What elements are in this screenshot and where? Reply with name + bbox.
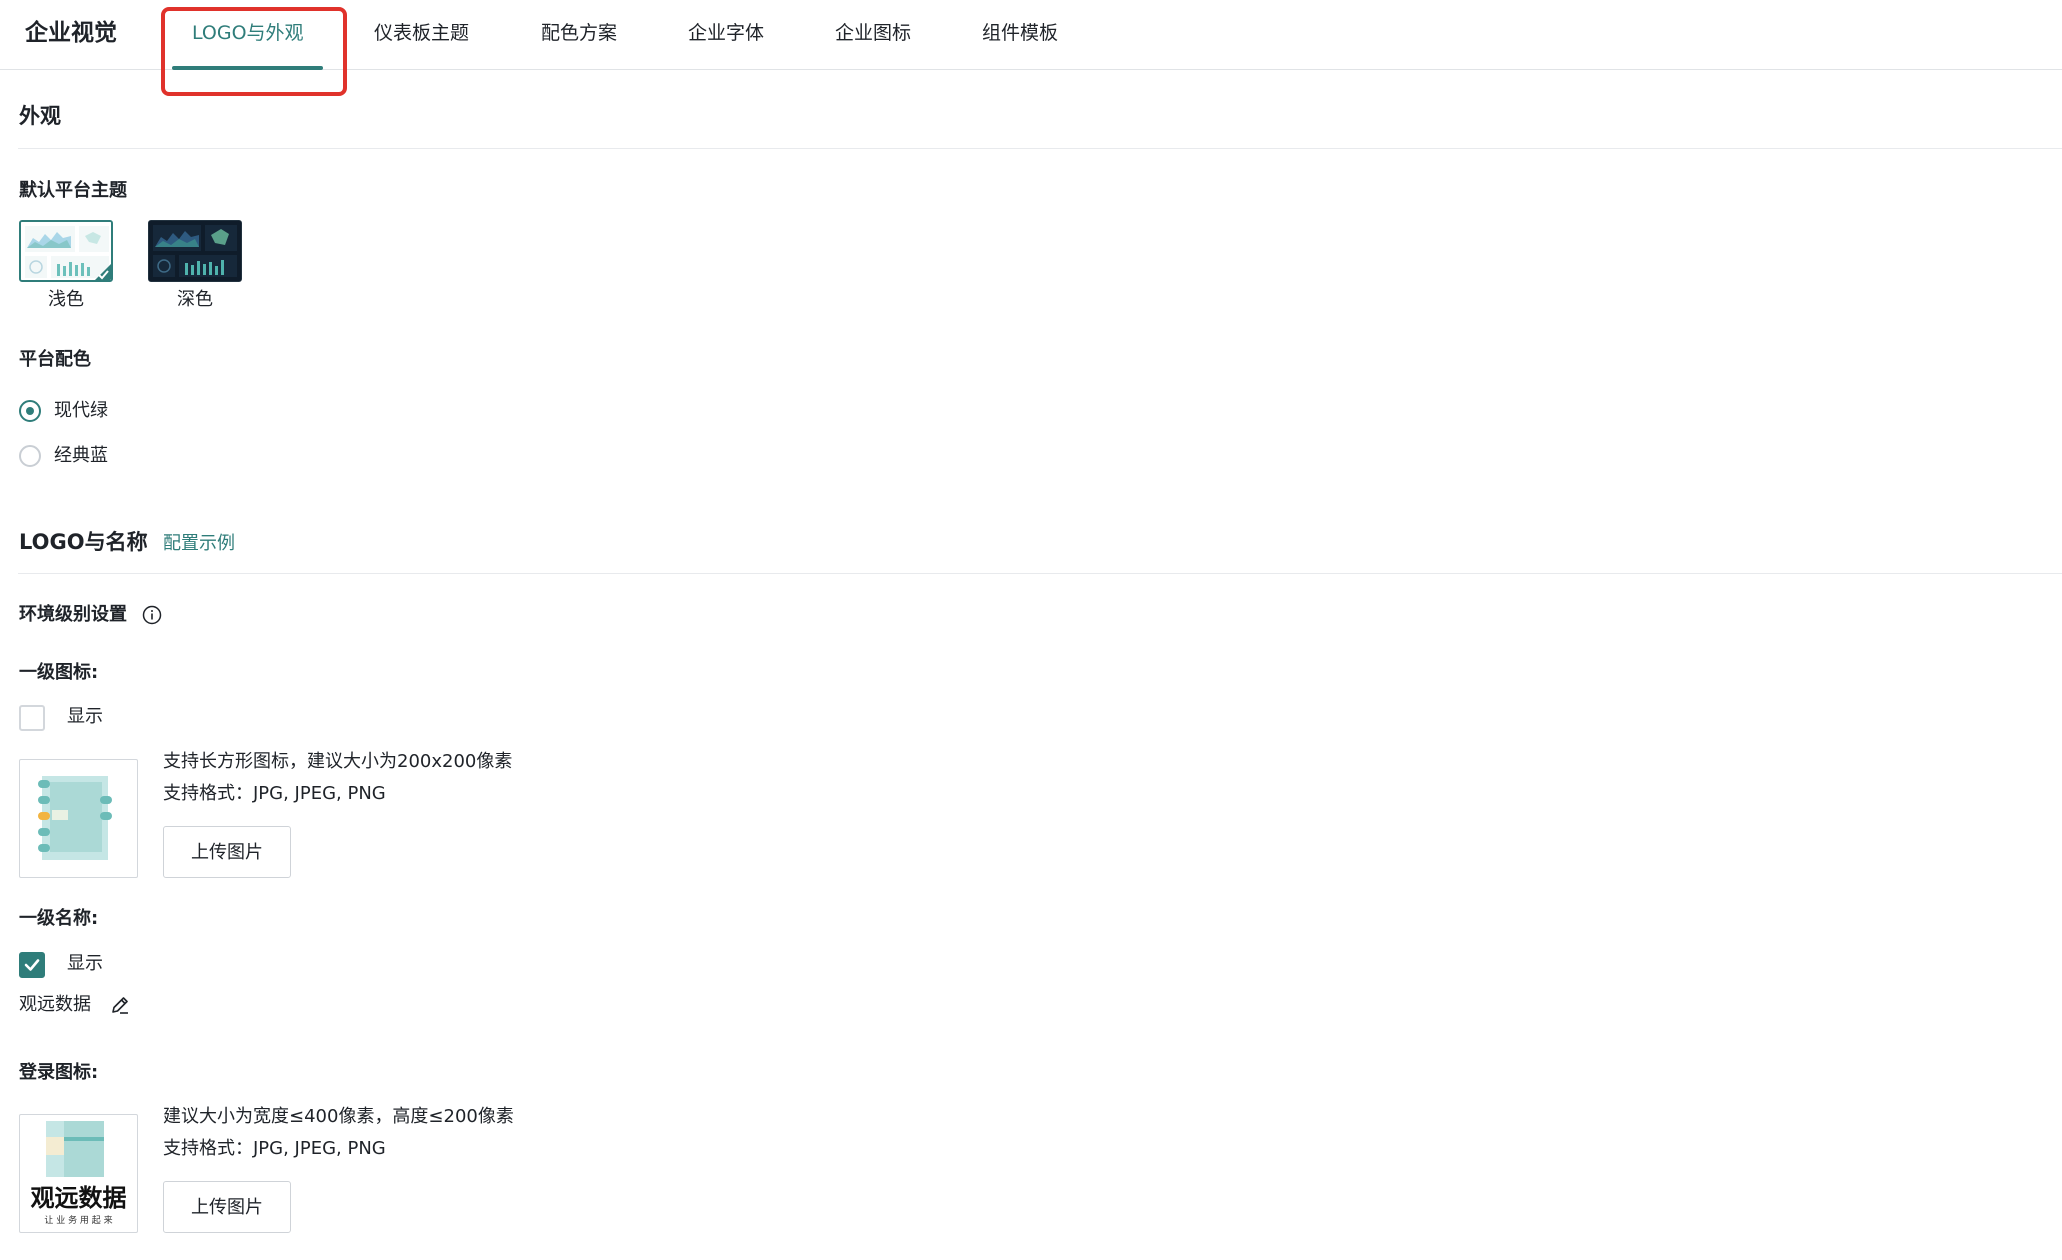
theme-dark-caption: 深色 (177, 289, 213, 310)
primary-icon-size-hint: 支持长方形图标，建议大小为200x200像素 (163, 751, 513, 772)
login-logo-icon (46, 1121, 104, 1177)
app-title: 企业视觉 (25, 20, 117, 46)
primary-name-value: 观远数据 (19, 994, 91, 1015)
login-icon-label: 登录图标: (19, 1062, 99, 1083)
default-theme-label: 默认平台主题 (19, 180, 127, 201)
login-icon-format-hint: 支持格式：JPG, JPEG, PNG (163, 1138, 386, 1159)
primary-logo-icon (38, 776, 112, 860)
primary-icon-preview (19, 759, 138, 878)
logo-section-title: LOGO与名称 (19, 530, 148, 554)
primary-name-show-checkbox[interactable] (19, 952, 45, 978)
theme-option-light[interactable] (19, 220, 113, 282)
section-divider (18, 573, 2062, 574)
primary-name-show-label: 显示 (67, 953, 103, 974)
edit-icon[interactable] (109, 994, 131, 1016)
radio-modern-green-label[interactable]: 现代绿 (54, 398, 108, 424)
tab-dashboard-theme[interactable]: 仪表板主题 (374, 18, 469, 48)
radio-modern-green[interactable] (19, 400, 41, 422)
primary-icon-upload-button[interactable]: 上传图片 (163, 826, 291, 878)
primary-icon-format-hint: 支持格式：JPG, JPEG, PNG (163, 783, 386, 804)
tab-color-scheme[interactable]: 配色方案 (541, 18, 617, 48)
config-example-link[interactable]: 配置示例 (163, 531, 235, 557)
theme-option-dark[interactable] (148, 220, 242, 282)
info-icon[interactable] (142, 605, 162, 625)
dark-theme-preview-icon (149, 221, 241, 281)
primary-icon-show-checkbox[interactable] (19, 705, 45, 731)
login-icon-preview: 观远数据 让 业 务 用 起 来 (19, 1114, 138, 1233)
tab-component-templates[interactable]: 组件模板 (982, 18, 1058, 48)
login-icon-upload-button[interactable]: 上传图片 (163, 1181, 291, 1233)
radio-classic-blue-label[interactable]: 经典蓝 (54, 443, 108, 469)
tab-highlight-annotation (161, 7, 347, 96)
login-icon-size-hint: 建议大小为宽度≤400像素，高度≤200像素 (163, 1106, 514, 1127)
login-logo-slogan: 让 业 务 用 起 来 (44, 1216, 113, 1226)
tab-enterprise-font[interactable]: 企业字体 (688, 18, 764, 48)
radio-classic-blue[interactable] (19, 445, 41, 467)
primary-icon-show-label: 显示 (67, 706, 103, 727)
platform-color-label: 平台配色 (19, 349, 91, 370)
light-theme-preview-icon (21, 222, 111, 280)
primary-name-label: 一级名称: (19, 908, 99, 929)
appearance-section-title: 外观 (19, 104, 61, 128)
env-setting-label: 环境级别设置 (19, 604, 127, 625)
primary-icon-label: 一级图标: (19, 662, 99, 683)
login-logo-text: 观远数据 (30, 1184, 127, 1212)
tab-enterprise-icons[interactable]: 企业图标 (835, 18, 911, 48)
theme-light-caption: 浅色 (48, 289, 84, 310)
checkmark-icon (24, 959, 40, 971)
section-divider (18, 148, 2062, 149)
